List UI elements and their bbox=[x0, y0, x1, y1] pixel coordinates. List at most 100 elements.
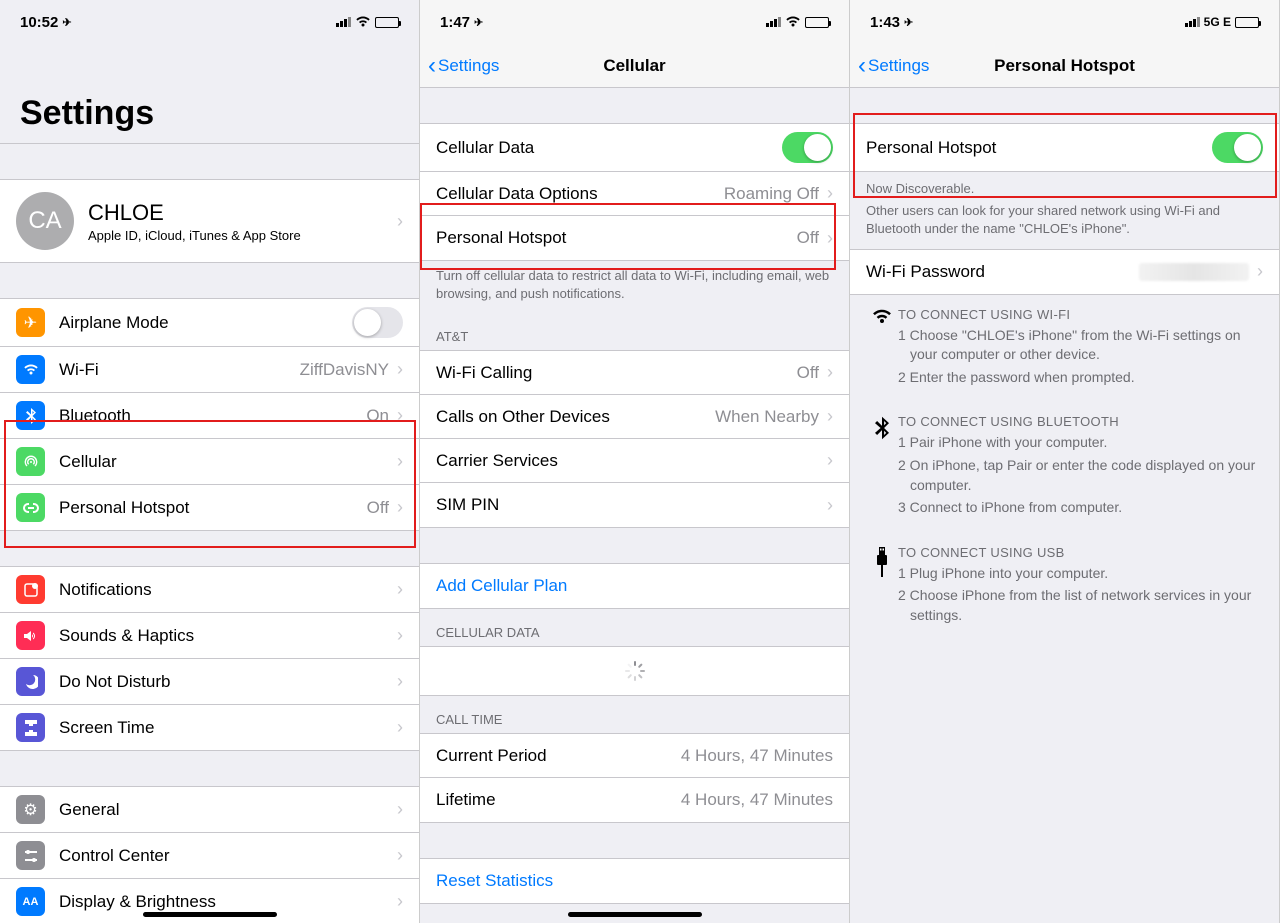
row-lifetime: Lifetime 4 Hours, 47 Minutes bbox=[420, 778, 849, 822]
cellular-data-toggle[interactable] bbox=[782, 132, 833, 163]
row-carrier-services[interactable]: Carrier Services › bbox=[420, 439, 849, 483]
profile-sub: Apple ID, iCloud, iTunes & App Store bbox=[88, 228, 389, 243]
chevron-icon: › bbox=[397, 625, 403, 646]
password-value bbox=[1139, 263, 1249, 281]
nav-title: Cellular bbox=[603, 56, 665, 76]
row-notifications[interactable]: Notifications › bbox=[0, 567, 419, 613]
status-bar: 1:43✈︎ 5G E bbox=[850, 0, 1279, 44]
chevron-icon: › bbox=[397, 359, 403, 380]
sounds-icon bbox=[16, 621, 45, 650]
chevron-icon: › bbox=[397, 799, 403, 820]
status-time: 1:47✈︎ bbox=[440, 14, 483, 31]
airplane-icon: ✈︎ bbox=[16, 308, 45, 337]
row-airplane[interactable]: ✈︎ Airplane Mode bbox=[0, 299, 419, 347]
chevron-icon: › bbox=[1257, 261, 1263, 282]
chevron-icon: › bbox=[397, 845, 403, 866]
signal-icon bbox=[336, 17, 351, 27]
display-icon: AA bbox=[16, 887, 45, 916]
section-cellular-data: CELLULAR DATA bbox=[420, 609, 849, 646]
screentime-icon bbox=[16, 713, 45, 742]
row-dnd[interactable]: Do Not Disturb › bbox=[0, 659, 419, 705]
wifi-icon bbox=[355, 16, 371, 28]
row-bluetooth[interactable]: Bluetooth On › bbox=[0, 393, 419, 439]
row-sim-pin[interactable]: SIM PIN › bbox=[420, 483, 849, 527]
wifi-icon bbox=[866, 307, 898, 391]
row-reset-statistics[interactable]: Reset Statistics bbox=[420, 859, 849, 903]
controlcenter-icon bbox=[16, 841, 45, 870]
loading-spinner bbox=[420, 647, 849, 695]
row-cellular[interactable]: Cellular › bbox=[0, 439, 419, 485]
chevron-icon: › bbox=[397, 717, 403, 738]
row-current-period: Current Period 4 Hours, 47 Minutes bbox=[420, 734, 849, 778]
battery-icon bbox=[805, 17, 829, 28]
row-screentime[interactable]: Screen Time › bbox=[0, 705, 419, 750]
chevron-icon: › bbox=[827, 406, 833, 427]
battery-icon bbox=[375, 17, 399, 28]
airplane-toggle[interactable] bbox=[352, 307, 403, 338]
row-personal-hotspot[interactable]: Personal Hotspot Off › bbox=[420, 216, 849, 260]
home-indicator bbox=[143, 912, 277, 917]
signal-icon bbox=[766, 17, 781, 27]
chevron-icon: › bbox=[397, 891, 403, 912]
wifi-settings-icon bbox=[16, 355, 45, 384]
network-label: 5G E bbox=[1204, 15, 1231, 29]
battery-icon bbox=[1235, 17, 1259, 28]
chevron-icon: › bbox=[827, 450, 833, 471]
status-bar: 1:47✈︎ bbox=[420, 0, 849, 44]
nav-bar: ‹Settings Personal Hotspot bbox=[850, 44, 1279, 88]
chevron-icon: › bbox=[397, 405, 403, 426]
row-add-plan[interactable]: Add Cellular Plan bbox=[420, 564, 849, 608]
row-wifi-calling[interactable]: Wi-Fi Calling Off › bbox=[420, 351, 849, 395]
row-wifi[interactable]: Wi-Fi ZiffDavisNY › bbox=[0, 347, 419, 393]
row-general[interactable]: ⚙︎ General › bbox=[0, 787, 419, 833]
chevron-icon: › bbox=[827, 362, 833, 383]
home-indicator bbox=[568, 912, 702, 917]
row-calls-other-devices[interactable]: Calls on Other Devices When Nearby › bbox=[420, 395, 849, 439]
instructions-wifi: TO CONNECT USING WI-FI 1 Choose "CHLOE's… bbox=[850, 295, 1279, 403]
back-button[interactable]: ‹Settings bbox=[858, 44, 929, 88]
avatar: CA bbox=[16, 192, 74, 250]
row-sounds[interactable]: Sounds & Haptics › bbox=[0, 613, 419, 659]
back-button[interactable]: ‹Settings bbox=[428, 44, 499, 88]
chevron-icon: › bbox=[397, 211, 403, 232]
nav-bar: ‹Settings Cellular bbox=[420, 44, 849, 88]
nav-title: Personal Hotspot bbox=[994, 56, 1135, 76]
gear-icon: ⚙︎ bbox=[16, 795, 45, 824]
instructions-usb: TO CONNECT USING USB 1 Plug iPhone into … bbox=[850, 533, 1279, 641]
status-bar: 10:52✈︎ bbox=[0, 0, 419, 44]
cellular-icon bbox=[16, 447, 45, 476]
chevron-icon: › bbox=[827, 495, 833, 516]
signal-icon bbox=[1185, 17, 1200, 27]
hotspot-icon bbox=[16, 493, 45, 522]
chevron-icon: › bbox=[397, 579, 403, 600]
row-cellular-options[interactable]: Cellular Data Options Roaming Off › bbox=[420, 172, 849, 216]
row-wifi-password[interactable]: Wi-Fi Password › bbox=[850, 250, 1279, 294]
panel-settings: 10:52✈︎ Settings CA CHLOE Apple ID, iClo… bbox=[0, 0, 420, 923]
profile-row[interactable]: CA CHLOE Apple ID, iCloud, iTunes & App … bbox=[0, 180, 419, 262]
profile-name: CHLOE bbox=[88, 200, 389, 226]
hotspot-toggle[interactable] bbox=[1212, 132, 1263, 163]
row-hotspot[interactable]: Personal Hotspot Off › bbox=[0, 485, 419, 530]
chevron-icon: › bbox=[397, 497, 403, 518]
discoverable-text: Now Discoverable. bbox=[866, 180, 1263, 198]
section-call-time: CALL TIME bbox=[420, 696, 849, 733]
chevron-icon: › bbox=[397, 671, 403, 692]
row-controlcenter[interactable]: Control Center › bbox=[0, 833, 419, 879]
row-hotspot-toggle[interactable]: Personal Hotspot bbox=[850, 124, 1279, 171]
bluetooth-icon bbox=[16, 401, 45, 430]
chevron-icon: › bbox=[827, 183, 833, 204]
dnd-icon bbox=[16, 667, 45, 696]
page-title: Settings bbox=[0, 44, 419, 144]
chevron-icon: › bbox=[827, 228, 833, 249]
footer-note: Turn off cellular data to restrict all d… bbox=[420, 261, 849, 313]
instructions-bluetooth: TO CONNECT USING BLUETOOTH 1 Pair iPhone… bbox=[850, 402, 1279, 532]
wifi-icon bbox=[785, 16, 801, 28]
discoverable-sub: Other users can look for your shared net… bbox=[866, 202, 1263, 238]
section-att: AT&T bbox=[420, 313, 849, 350]
usb-icon bbox=[866, 545, 898, 629]
chevron-icon: › bbox=[397, 451, 403, 472]
panel-hotspot: 1:43✈︎ 5G E ‹Settings Personal Hotspot P… bbox=[850, 0, 1280, 923]
panel-cellular: 1:47✈︎ ‹Settings Cellular Cellular Data … bbox=[420, 0, 850, 923]
bluetooth-icon bbox=[866, 414, 898, 520]
row-cellular-data[interactable]: Cellular Data bbox=[420, 124, 849, 172]
